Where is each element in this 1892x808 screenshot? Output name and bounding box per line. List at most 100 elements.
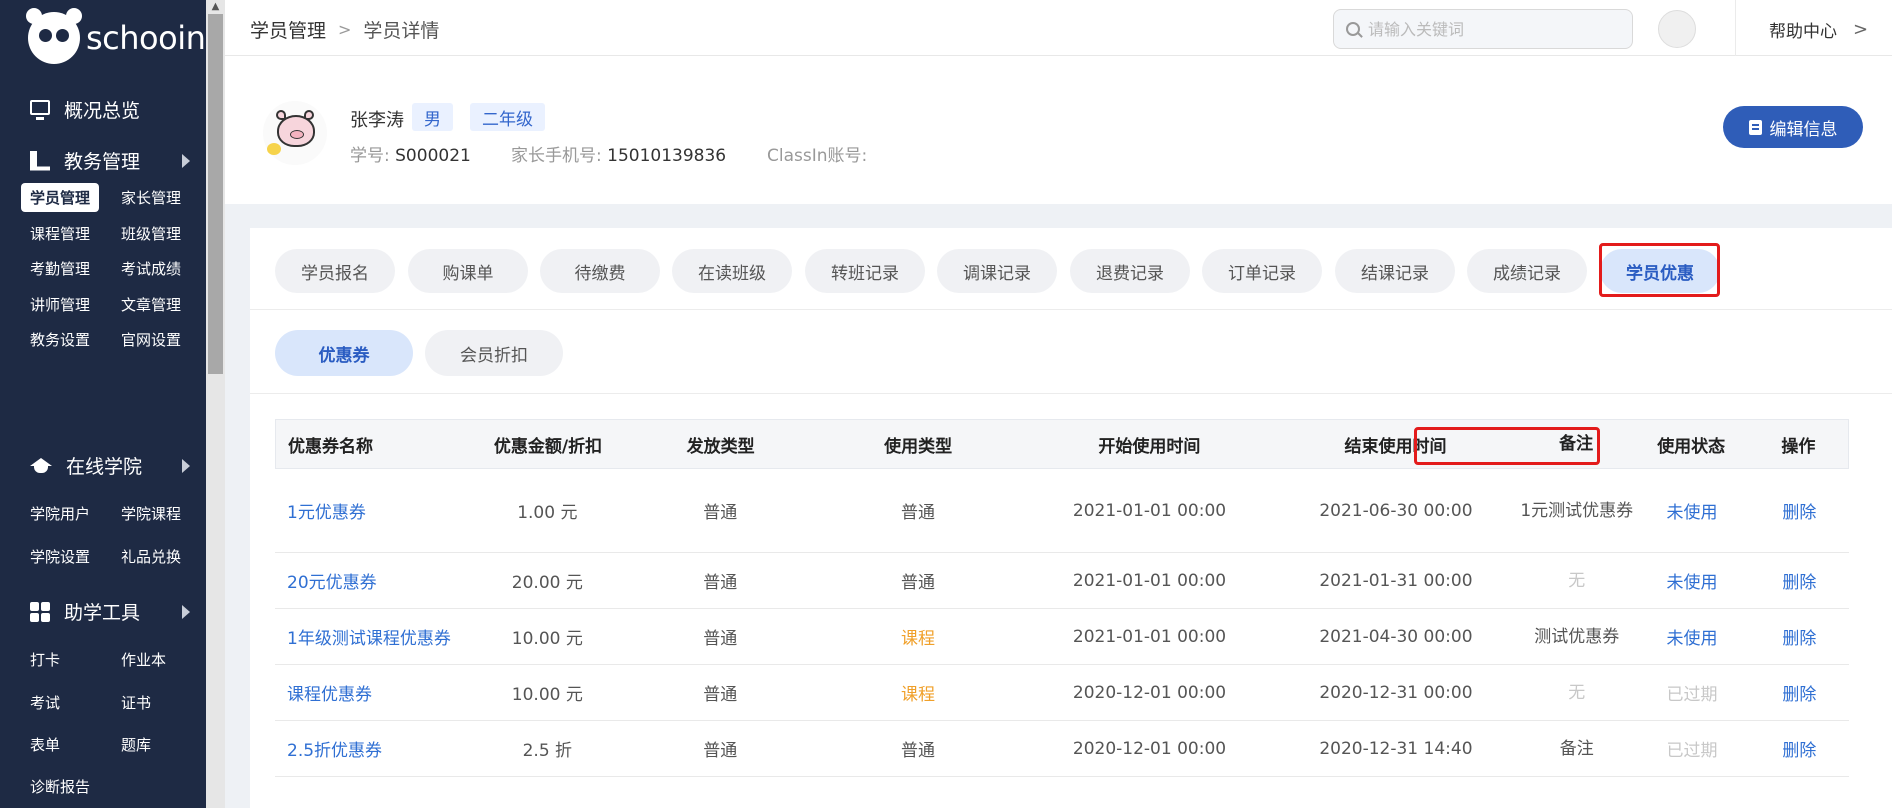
nav-section-overview[interactable]: 概况总览 <box>30 96 190 123</box>
tab-transfer-records[interactable]: 转班记录 <box>805 249 925 293</box>
nav-section-label: 教务管理 <box>64 151 141 173</box>
note: 无 <box>1568 570 1586 591</box>
column-header: 发放类型 <box>686 436 755 457</box>
sidebar-item-academy-users[interactable]: 学院用户 <box>21 499 99 528</box>
column-header: 使用类型 <box>884 436 953 457</box>
sidebar-item-exam[interactable]: 考试 <box>21 688 69 717</box>
delete-button[interactable]: 删除 <box>1750 624 1849 649</box>
help-center-label: 帮助中心 <box>1769 22 1837 42</box>
tab-order-records[interactable]: 订单记录 <box>1202 249 1322 293</box>
graduation-cap-icon <box>30 456 52 476</box>
column-header: 使用状态 <box>1657 436 1726 457</box>
student-name: 张李涛 <box>350 110 404 131</box>
column-header: 优惠金额/折扣 <box>493 436 603 457</box>
delete-button[interactable]: 删除 <box>1750 568 1849 593</box>
nav-section-online-academy[interactable]: 在线学院 <box>30 452 190 479</box>
classin-account: ClassIn账号: <box>767 146 868 166</box>
nav-section-learning-tools[interactable]: 助学工具 <box>30 598 190 625</box>
highlight-box <box>1599 243 1720 297</box>
sidebar-item-certificate[interactable]: 证书 <box>112 688 160 717</box>
sidebar-item-website-settings[interactable]: 官网设置 <box>112 325 190 354</box>
start-time: 2021-01-01 00:00 <box>1072 626 1227 647</box>
search-icon <box>1346 22 1360 36</box>
coupon-amount: 10.00 元 <box>511 629 583 649</box>
sidebar-item-exam-scores[interactable]: 考试成绩 <box>112 254 190 283</box>
usage-status[interactable]: 未使用 <box>1634 624 1749 649</box>
sidebar-item-checkin[interactable]: 打卡 <box>21 645 69 674</box>
edit-info-button[interactable]: 编辑信息 <box>1723 106 1863 148</box>
breadcrumb: 学员管理 > 学员详情 <box>250 16 439 43</box>
end-time: 2021-01-31 00:00 <box>1319 570 1473 591</box>
sidebar-item-teachers[interactable]: 讲师管理 <box>21 290 99 319</box>
tab-refund-records[interactable]: 退费记录 <box>1070 249 1190 293</box>
brand-logo[interactable]: schooin <box>26 8 206 64</box>
tab-purchase-orders[interactable]: 购课单 <box>408 249 528 293</box>
student-info-card: 张李涛 男 二年级 学号: S000021 家长手机号: 15010139836… <box>225 56 1892 204</box>
end-time: 2020-12-31 14:40 <box>1319 738 1473 759</box>
breadcrumb-current: 学员详情 <box>363 20 440 42</box>
coupon-amount: 1.00 元 <box>517 503 578 523</box>
coupon-name-link[interactable]: 20元优惠券 <box>275 568 464 593</box>
edit-info-label: 编辑信息 <box>1769 119 1838 140</box>
tab-current-classes[interactable]: 在读班级 <box>672 249 792 293</box>
delete-button[interactable]: 删除 <box>1750 736 1849 761</box>
scrollbar-thumb[interactable] <box>208 14 223 374</box>
usage-status[interactable]: 未使用 <box>1634 568 1749 593</box>
sidebar-item-gift-exchange[interactable]: 礼品兑换 <box>112 542 190 571</box>
coupon-name-link[interactable]: 2.5折优惠券 <box>275 736 464 761</box>
table-header: 优惠券名称 优惠金额/折扣 发放类型 使用类型 开始使用时间 结束使用时间 备注… <box>275 419 1849 469</box>
sidebar-item-academic-settings[interactable]: 教务设置 <box>21 325 99 354</box>
sidebar-item-academy-settings[interactable]: 学院设置 <box>21 542 99 571</box>
main-content: 学员报名 购课单 待缴费 在读班级 转班记录 调课记录 退费记录 订单记录 结课… <box>250 228 1892 808</box>
breadcrumb-item[interactable]: 学员管理 <box>250 16 326 43</box>
issue-type: 普通 <box>703 629 738 649</box>
scroll-up-icon[interactable]: ▲ <box>206 0 225 14</box>
sidebar-item-articles[interactable]: 文章管理 <box>112 290 190 319</box>
use-type: 普通 <box>900 573 935 593</box>
delete-button[interactable]: 删除 <box>1750 498 1849 523</box>
use-type: 课程 <box>900 685 935 705</box>
sidebar-item-question-bank[interactable]: 题库 <box>112 730 160 759</box>
sidebar-item-forms[interactable]: 表单 <box>21 730 69 759</box>
sidebar-item-diagnostic-report[interactable]: 诊断报告 <box>21 772 99 801</box>
sidebar-item-attendance[interactable]: 考勤管理 <box>21 254 99 283</box>
subtab-member-discount[interactable]: 会员折扣 <box>425 330 563 376</box>
search-box[interactable] <box>1333 9 1633 49</box>
start-time: 2021-01-01 00:00 <box>1072 500 1227 521</box>
sidebar-item-classes[interactable]: 班级管理 <box>112 219 190 248</box>
table-row: 2.5折优惠券 2.5 折 普通 普通 2020-12-01 00:00 202… <box>275 721 1849 777</box>
coupon-name-link[interactable]: 1年级测试课程优惠券 <box>275 624 464 649</box>
delete-button[interactable]: 删除 <box>1750 680 1849 705</box>
sidebar-scrollbar[interactable]: ▲ <box>206 0 225 808</box>
monitor-icon <box>30 100 50 120</box>
tab-reschedule-records[interactable]: 调课记录 <box>937 249 1057 293</box>
usage-status: 已过期 <box>1666 741 1718 761</box>
tab-score-records[interactable]: 成绩记录 <box>1467 249 1587 293</box>
tab-pending-payment[interactable]: 待缴费 <box>540 249 660 293</box>
record-tabs: 学员报名 购课单 待缴费 在读班级 转班记录 调课记录 退费记录 订单记录 结课… <box>250 228 1892 310</box>
coupon-table: 优惠券名称 优惠金额/折扣 发放类型 使用类型 开始使用时间 结束使用时间 备注… <box>275 419 1849 777</box>
search-input[interactable] <box>1368 19 1608 39</box>
note: 测试优惠券 <box>1534 626 1620 647</box>
top-header: 学员管理 > 学员详情 帮助中心 > <box>225 0 1892 56</box>
subtab-coupons[interactable]: 优惠券 <box>275 330 413 376</box>
grid-icon <box>30 601 50 622</box>
coupon-name-link[interactable]: 1元优惠券 <box>275 498 464 523</box>
sidebar-item-students[interactable]: 学员管理 <box>21 183 100 212</box>
table-row: 1年级测试课程优惠券 10.00 元 普通 课程 2021-01-01 00:0… <box>275 609 1849 665</box>
coupon-amount: 20.00 元 <box>511 573 583 593</box>
caret-right-icon <box>182 458 190 473</box>
nav-section-academic[interactable]: 教务管理 <box>30 147 190 174</box>
issue-type: 普通 <box>703 573 738 593</box>
tab-enrollment[interactable]: 学员报名 <box>275 249 395 293</box>
tab-completion-records[interactable]: 结课记录 <box>1335 249 1455 293</box>
highlight-box <box>1414 427 1600 465</box>
sidebar-item-academy-courses[interactable]: 学院课程 <box>112 499 190 528</box>
user-avatar[interactable] <box>1658 10 1696 48</box>
help-center-link[interactable]: 帮助中心 > <box>1769 17 1868 42</box>
sidebar-item-parents[interactable]: 家长管理 <box>112 183 190 212</box>
sidebar-item-courses[interactable]: 课程管理 <box>21 219 99 248</box>
sidebar-item-homework[interactable]: 作业本 <box>112 645 175 674</box>
usage-status[interactable]: 未使用 <box>1634 498 1749 523</box>
coupon-name-link[interactable]: 课程优惠券 <box>275 680 464 705</box>
